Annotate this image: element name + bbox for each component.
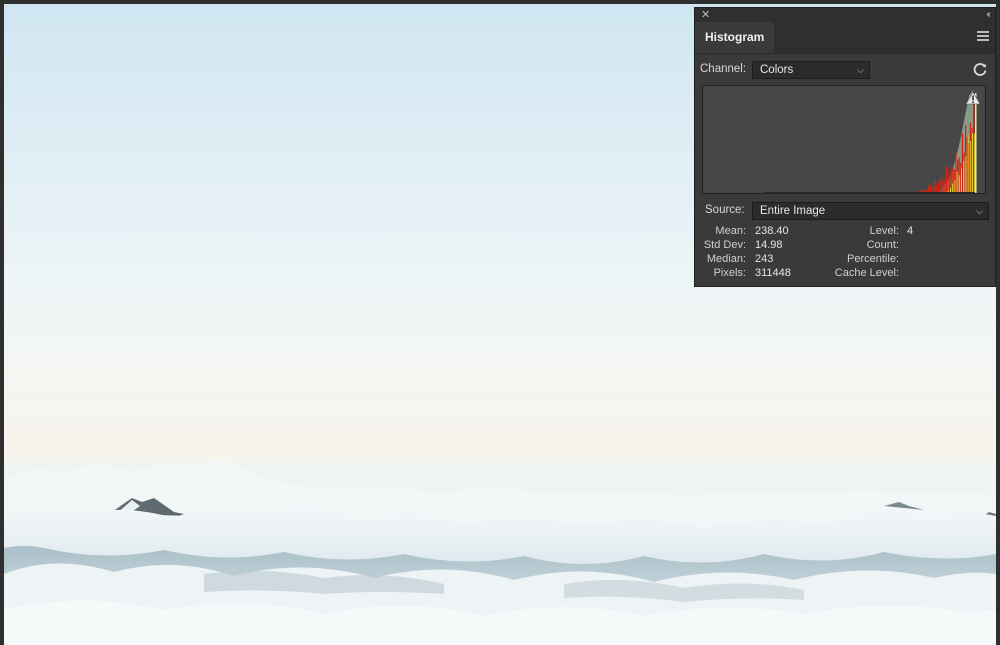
histogram-bar: [947, 172, 949, 193]
stat-median-value: 243: [755, 253, 774, 265]
stat-median-label: Median:: [706, 253, 746, 265]
stats-left: Mean: Std Dev: Median: Pixels: 238.40 14…: [700, 224, 791, 280]
histogram-bar: [969, 141, 971, 193]
histogram-bar: [958, 175, 960, 193]
histogram-bar: [956, 171, 958, 193]
stat-pixels-label: Pixels:: [713, 267, 746, 279]
channel-value: Colors: [760, 64, 794, 76]
stat-mean-value: 238.40: [755, 225, 789, 237]
histogram-graph[interactable]: [702, 85, 986, 194]
histogram-bar: [955, 152, 957, 193]
refresh-icon[interactable]: [972, 61, 988, 77]
channel-select[interactable]: Colors ⌵: [752, 61, 870, 79]
collapse-icon[interactable]: ‹‹: [986, 8, 990, 22]
histogram-bar: [942, 179, 944, 193]
stat-mean-label: Mean:: [715, 225, 746, 237]
histogram-bar: [937, 181, 939, 193]
stat-count-label: Count:: [866, 239, 899, 251]
stat-percentile-label: Percentile:: [847, 253, 899, 265]
histogram-bar: [954, 179, 956, 193]
histogram-bar: [933, 185, 935, 193]
histogram-bar: [965, 156, 967, 193]
window-right-edge: [996, 0, 1000, 645]
chevron-down-icon: ⌵: [976, 206, 983, 216]
clouds-photo: [4, 461, 996, 645]
histogram-bar: [941, 176, 943, 193]
histogram-bar: [975, 93, 977, 193]
warning-icon[interactable]: [965, 91, 981, 105]
close-icon[interactable]: ✕: [701, 8, 710, 22]
histogram-panel: ✕ ‹‹ Histogram Channel: Colors ⌵ Source:…: [694, 7, 996, 287]
histogram-bar: [952, 183, 954, 193]
panel-tabbar: Histogram: [695, 22, 995, 54]
panel-header: ✕ ‹‹: [695, 8, 995, 22]
histogram-bar: [934, 180, 936, 193]
histogram-bar: [973, 104, 975, 193]
stat-pixels-value: 311448: [755, 267, 791, 279]
channel-label: Channel:: [700, 63, 747, 75]
histogram-bar: [936, 184, 938, 193]
stat-stddev-label: Std Dev:: [703, 239, 746, 251]
histogram-bar: [939, 179, 941, 193]
source-label: Source:: [705, 204, 745, 216]
histogram-bar: [963, 161, 965, 193]
histogram-bar: [763, 192, 975, 193]
stats-right: Level: Count: Percentile: Cache Level: 4: [823, 224, 913, 280]
stat-stddev-value: 14.98: [755, 239, 783, 251]
stat-cache-level-label: Cache Level:: [834, 267, 899, 279]
histogram-plot: [763, 90, 977, 193]
histogram-bar: [928, 185, 930, 193]
histogram-bar: [972, 133, 973, 193]
histogram-bar: [967, 135, 969, 193]
stat-level-label: Level:: [869, 225, 899, 237]
stat-cache-level-value: 4: [907, 225, 914, 237]
histogram-bar: [944, 179, 946, 193]
chevron-down-icon: ⌵: [857, 65, 864, 75]
histogram-bar: [945, 166, 947, 193]
source-value: Entire Image: [760, 205, 826, 217]
panel-menu-icon[interactable]: [977, 31, 989, 43]
tab-histogram[interactable]: Histogram: [695, 22, 775, 53]
histogram-bar: [929, 184, 931, 193]
histogram-bar: [961, 168, 962, 193]
source-select[interactable]: Entire Image ⌵: [752, 202, 989, 220]
